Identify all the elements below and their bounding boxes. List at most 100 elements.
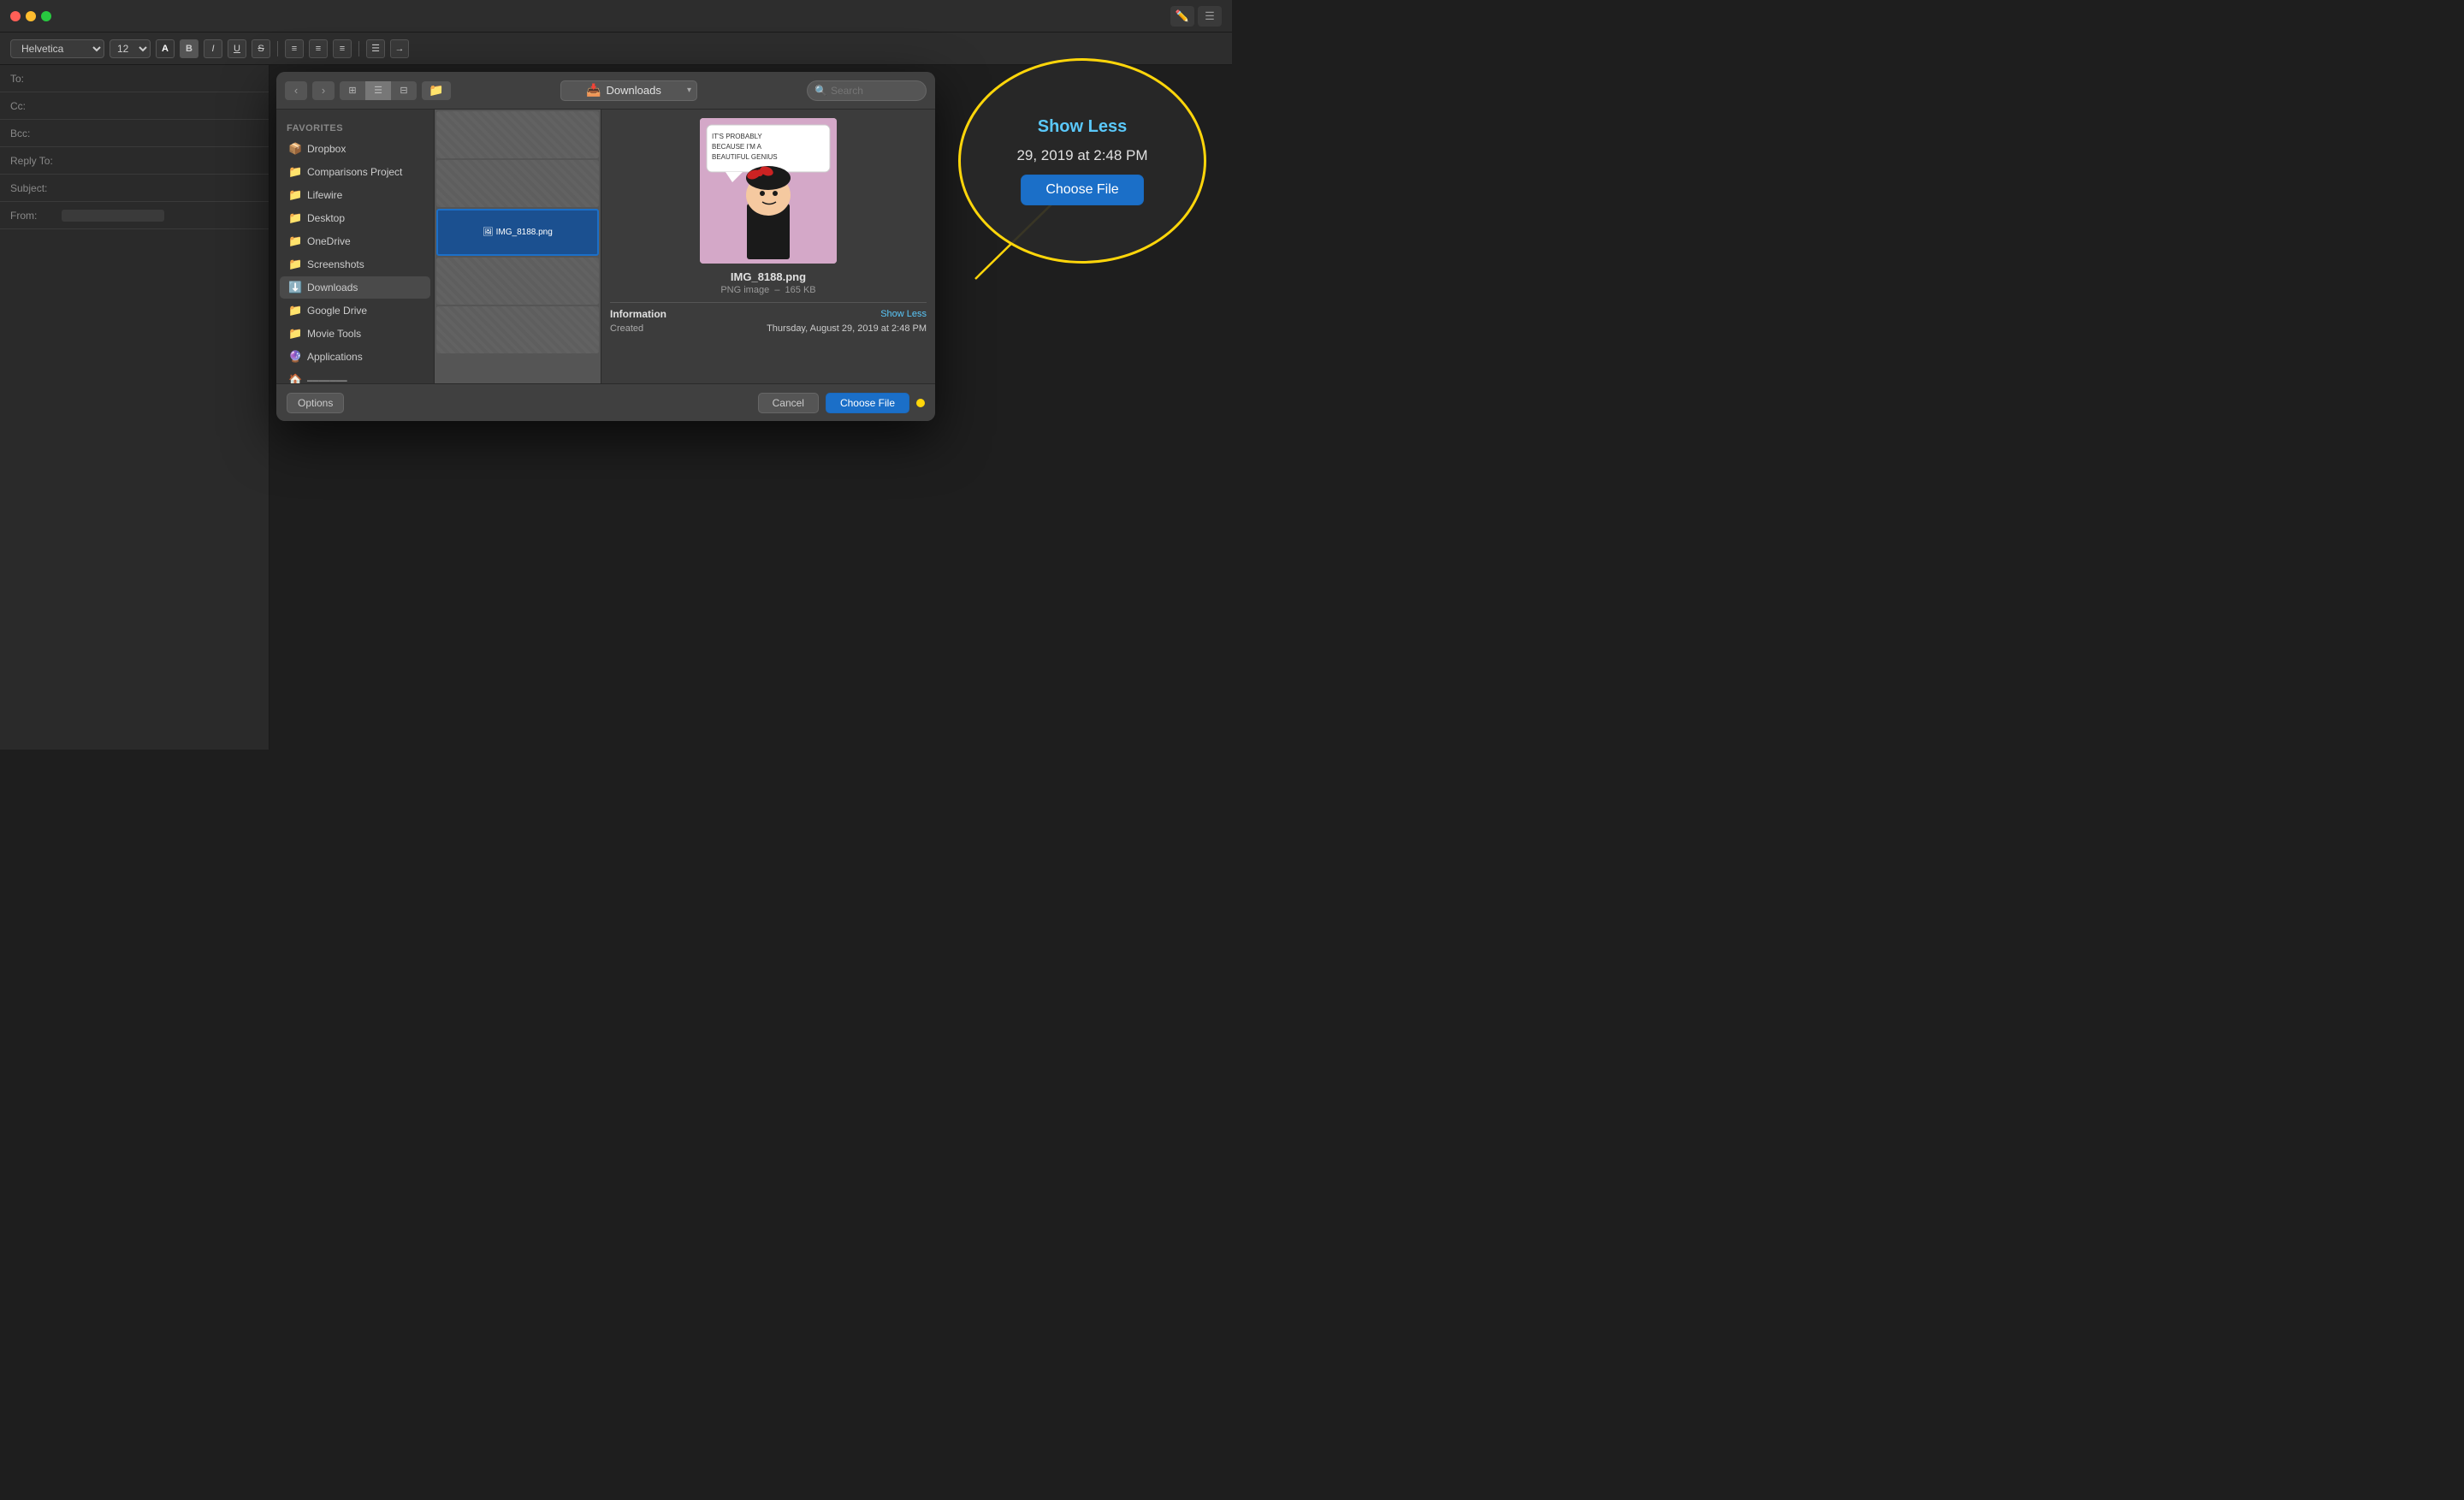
view-mode-buttons: ⊞ ☰ ⊟ — [340, 81, 417, 100]
info-header: Information Show Less — [610, 308, 927, 320]
traffic-lights — [10, 11, 51, 21]
desktop-label: Desktop — [307, 212, 345, 224]
thumb-selected[interactable]: 🖼 IMG_8188.png — [436, 209, 599, 256]
thumb-3[interactable] — [436, 258, 599, 305]
forward-button[interactable]: › — [312, 81, 335, 100]
svg-text:BEAUTIFUL GENIUS: BEAUTIFUL GENIUS — [712, 153, 778, 161]
sidebar-item-applications[interactable]: 🔮 Applications — [280, 346, 430, 368]
close-button[interactable] — [10, 11, 21, 21]
underline-btn[interactable]: U — [228, 39, 246, 58]
align-left-btn[interactable]: ≡ — [285, 39, 304, 58]
file-size: 165 KB — [785, 285, 816, 295]
sidebar-item-movietools[interactable]: 📁 Movie Tools — [280, 323, 430, 345]
screenshots-label: Screenshots — [307, 258, 364, 270]
information-label: Information — [610, 308, 666, 320]
font-size-select[interactable]: 12 — [110, 39, 151, 58]
googledrive-label: Google Drive — [307, 305, 367, 317]
applications-icon: 🔮 — [288, 350, 302, 364]
file-picker-dialog: ‹ › ⊞ ☰ ⊟ 📁 📥 Downloads ▾ 🔍 — [276, 72, 935, 421]
file-preview-image: IT'S PROBABLY BECAUSE I'M A BEAUTIFUL GE… — [700, 118, 837, 264]
options-button[interactable]: Options — [287, 393, 344, 413]
sidebar: Favorites 📦 Dropbox 📁 Comparisons Projec… — [276, 110, 435, 383]
to-label: To: — [10, 73, 62, 85]
to-input[interactable] — [62, 65, 258, 92]
bcc-label: Bcc: — [10, 127, 62, 139]
text-color-btn[interactable]: A — [156, 39, 175, 58]
subject-input[interactable] — [62, 175, 258, 201]
file-name: IMG_8188.png — [731, 270, 806, 283]
strikethrough-btn[interactable]: S — [252, 39, 270, 58]
icon-view-btn[interactable]: ⊞ — [340, 81, 365, 100]
from-value — [62, 210, 164, 222]
onedrive-label: OneDrive — [307, 235, 351, 247]
cc-input[interactable] — [62, 92, 258, 119]
sidebar-item-comparisons[interactable]: 📁 Comparisons Project — [280, 161, 430, 183]
annotation-container: Show Less 29, 2019 at 2:48 PM Choose Fil… — [915, 58, 1206, 281]
sidebar-item-lifewire[interactable]: 📁 Lifewire — [280, 184, 430, 206]
googledrive-icon: 📁 — [288, 304, 302, 317]
email-composer: To: Cc: Bcc: Reply To: Subject: From: — [0, 65, 270, 750]
column-view-btn[interactable]: ⊟ — [391, 81, 417, 100]
file-type: PNG image — [720, 285, 769, 295]
italic-btn[interactable]: I — [204, 39, 222, 58]
divider-2 — [358, 41, 359, 56]
sidebar-item-dropbox[interactable]: 📦 Dropbox — [280, 138, 430, 160]
thumb-1[interactable] — [436, 111, 599, 158]
format-icon[interactable]: ☰ — [1198, 6, 1222, 27]
compose-icon[interactable]: ✏️ — [1170, 6, 1194, 27]
location-dropdown[interactable]: 📥 Downloads ▾ — [560, 80, 697, 101]
yellow-dot — [916, 399, 925, 407]
subject-field-row: Subject: — [0, 175, 269, 202]
dropbox-icon: 📦 — [288, 142, 302, 156]
thumb-4[interactable] — [436, 306, 599, 353]
home-label: ––––––– — [307, 374, 347, 383]
indent-btn[interactable]: → — [390, 39, 409, 58]
titlebar: ✏️ ☰ — [0, 0, 1232, 33]
svg-text:IT'S PROBABLY: IT'S PROBABLY — [712, 133, 762, 140]
bcc-input[interactable] — [62, 120, 258, 146]
to-field-row: To: — [0, 65, 269, 92]
bcc-field-row: Bcc: — [0, 120, 269, 147]
favorites-label: Favorites — [276, 118, 434, 137]
lifewire-label: Lifewire — [307, 189, 342, 201]
subject-label: Subject: — [10, 182, 62, 194]
annotation-show-less[interactable]: Show Less — [1038, 117, 1127, 137]
dropbox-label: Dropbox — [307, 143, 346, 155]
preview-panel: IT'S PROBABLY BECAUSE I'M A BEAUTIFUL GE… — [601, 110, 935, 383]
from-label: From: — [10, 210, 62, 222]
movietools-label: Movie Tools — [307, 328, 361, 340]
sidebar-item-screenshots[interactable]: 📁 Screenshots — [280, 253, 430, 276]
reply-to-input[interactable] — [62, 147, 258, 174]
show-less-button[interactable]: Show Less — [880, 309, 927, 319]
bold-btn[interactable]: B — [180, 39, 198, 58]
from-field-row: From: — [0, 202, 269, 229]
font-family-select[interactable]: Helvetica — [10, 39, 104, 58]
sidebar-item-googledrive[interactable]: 📁 Google Drive — [280, 299, 430, 322]
back-button[interactable]: ‹ — [285, 81, 307, 100]
minimize-button[interactable] — [26, 11, 36, 21]
maximize-button[interactable] — [41, 11, 51, 21]
cc-field-row: Cc: — [0, 92, 269, 120]
sidebar-item-downloads[interactable]: ⬇️ Downloads — [280, 276, 430, 299]
created-value: Thursday, August 29, 2019 at 2:48 PM — [767, 323, 927, 334]
comparisons-label: Comparisons Project — [307, 166, 402, 178]
created-row: Created Thursday, August 29, 2019 at 2:4… — [610, 323, 927, 334]
cancel-button[interactable]: Cancel — [758, 393, 819, 413]
sidebar-item-onedrive[interactable]: 📁 OneDrive — [280, 230, 430, 252]
align-right-btn[interactable]: ≡ — [333, 39, 352, 58]
align-center-btn[interactable]: ≡ — [309, 39, 328, 58]
sidebar-item-desktop[interactable]: 📁 Desktop — [280, 207, 430, 229]
desktop-icon: 📁 — [288, 211, 302, 225]
thumbnail-strip: 🖼 IMG_8188.png — [435, 110, 601, 383]
choose-file-button[interactable]: Choose File — [826, 393, 909, 413]
divider-1 — [277, 41, 278, 56]
sidebar-item-home[interactable]: 🏠 ––––––– — [280, 369, 430, 383]
folder-btn[interactable]: 📁 — [422, 81, 451, 100]
annotation-choose-file-button[interactable]: Choose File — [1021, 175, 1143, 205]
thumb-2[interactable] — [436, 160, 599, 207]
list-btn[interactable]: ☰ — [366, 39, 385, 58]
titlebar-icons: ✏️ ☰ — [1170, 6, 1222, 27]
annotation-circle: Show Less 29, 2019 at 2:48 PM Choose Fil… — [958, 58, 1206, 264]
list-view-btn[interactable]: ☰ — [365, 81, 391, 100]
onedrive-icon: 📁 — [288, 234, 302, 248]
